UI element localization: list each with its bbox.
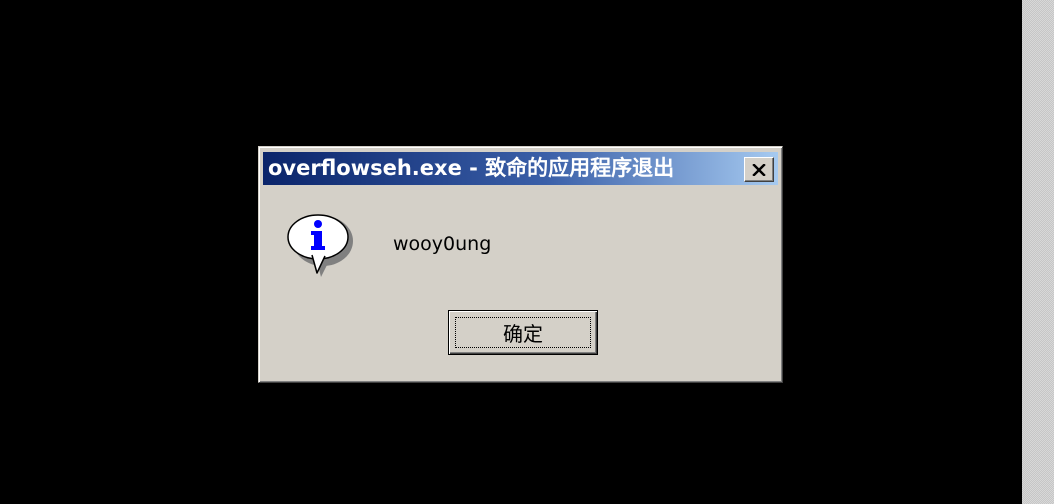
dialog-title: overflowseh.exe - 致命的应用程序退出 [268, 156, 675, 180]
dialog-message: wooy0ung [393, 233, 492, 255]
information-icon [285, 213, 355, 277]
side-strip [1022, 0, 1054, 504]
close-button[interactable] [744, 157, 774, 182]
desktop: overflowseh.exe - 致命的应用程序退出 wooy0ung 确定 [0, 0, 1054, 504]
ok-button[interactable]: 确定 [448, 310, 598, 355]
ok-button-label: 确定 [455, 317, 591, 348]
dialog-titlebar[interactable]: overflowseh.exe - 致命的应用程序退出 [263, 152, 778, 185]
message-box-dialog: overflowseh.exe - 致命的应用程序退出 wooy0ung 确定 [258, 146, 783, 383]
close-icon [752, 163, 766, 176]
